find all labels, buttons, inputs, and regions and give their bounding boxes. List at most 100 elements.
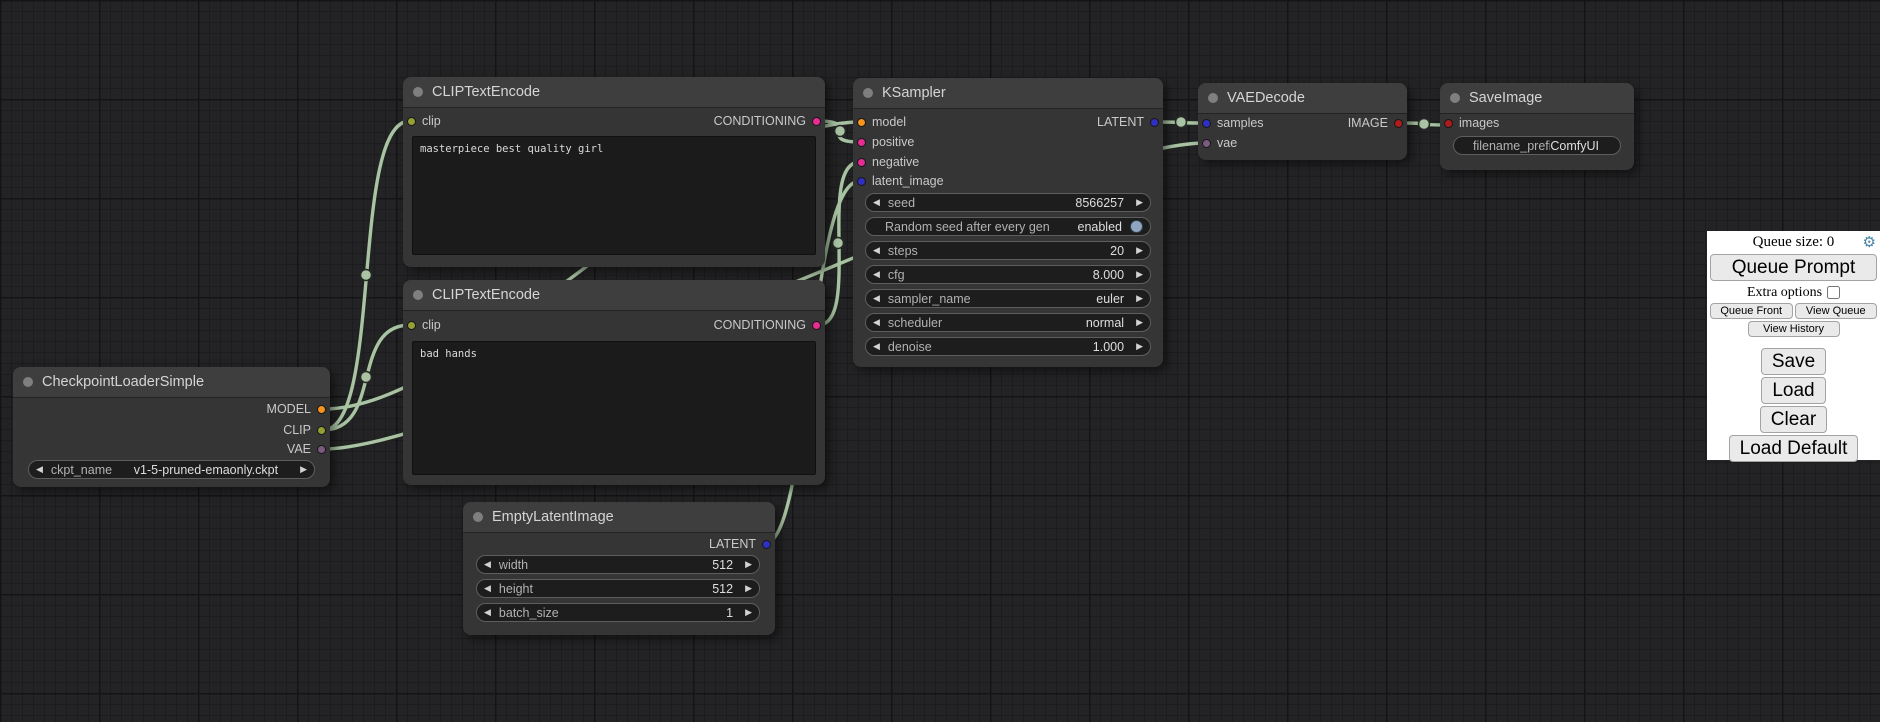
settings-gear-icon[interactable]: ⚙ (1863, 233, 1876, 253)
stepper-left-arrow-icon[interactable]: ◀ (484, 560, 491, 569)
widget-cfg[interactable]: ◀ cfg 8.000 ▶ (865, 265, 1151, 284)
widget-steps[interactable]: ◀ steps 20 ▶ (865, 241, 1151, 260)
output-port-image[interactable] (1394, 119, 1403, 128)
input-port-positive[interactable] (857, 138, 866, 147)
port-label: images (1459, 116, 1499, 130)
stepper-left-arrow-icon[interactable]: ◀ (873, 342, 880, 351)
negative-prompt-textarea[interactable]: bad hands (412, 341, 816, 475)
node-title-bar[interactable]: CLIPTextEncode (403, 280, 825, 311)
widget-batch-size[interactable]: ◀ batch_size 1 ▶ (476, 603, 760, 622)
node-title-bar[interactable]: KSampler (853, 78, 1163, 109)
node-cliptextencode-positive[interactable]: CLIPTextEncode clip CONDITIONING masterp… (403, 77, 825, 267)
load-default-button[interactable]: Load Default (1729, 435, 1859, 462)
output-port-vae[interactable] (317, 445, 326, 454)
input-port-samples[interactable] (1202, 119, 1211, 128)
output-port-conditioning[interactable] (812, 117, 821, 126)
save-button[interactable]: Save (1761, 348, 1826, 375)
node-title-bar[interactable]: EmptyLatentImage (463, 502, 775, 533)
collapse-dot-icon[interactable] (413, 290, 423, 300)
widget-denoise[interactable]: ◀ denoise 1.000 ▶ (865, 337, 1151, 356)
stepper-left-arrow-icon[interactable]: ◀ (873, 318, 880, 327)
node-title-bar[interactable]: SaveImage (1440, 83, 1634, 114)
input-port-latent-image[interactable] (857, 177, 866, 186)
queue-buttons-row: Queue Front View Queue (1710, 303, 1877, 319)
output-port-latent[interactable] (762, 540, 771, 549)
port-label: LATENT (709, 537, 756, 551)
node-title: CheckpointLoaderSimple (42, 374, 204, 390)
comfyui-canvas[interactable]: { "colors": { "wire": "#a9c3a4", "model_… (0, 0, 1880, 722)
node-title-bar[interactable]: CheckpointLoaderSimple (13, 367, 330, 398)
collapse-dot-icon[interactable] (413, 87, 423, 97)
node-checkpointloadersimple[interactable]: CheckpointLoaderSimple MODEL CLIP VAE ◀ … (13, 367, 330, 487)
widget-sampler-name[interactable]: ◀ sampler_name euler ▶ (865, 289, 1151, 308)
stepper-left-arrow-icon[interactable]: ◀ (873, 246, 880, 255)
widget-label: ckpt_name (51, 463, 112, 477)
widget-value: 1 (726, 606, 733, 620)
stepper-right-arrow-icon[interactable]: ▶ (1136, 294, 1143, 303)
stepper-right-arrow-icon[interactable]: ▶ (300, 465, 307, 474)
node-title-bar[interactable]: CLIPTextEncode (403, 77, 825, 108)
extra-options-label: Extra options (1747, 285, 1822, 301)
node-ksampler[interactable]: KSampler model positive negative latent_… (853, 78, 1163, 367)
input-port-clip[interactable] (407, 117, 416, 126)
widget-seed[interactable]: ◀ seed 8566257 ▶ (865, 193, 1151, 212)
output-port-latent[interactable] (1150, 118, 1159, 127)
collapse-dot-icon[interactable] (1208, 93, 1218, 103)
port-label: vae (1217, 136, 1237, 150)
node-saveimage[interactable]: SaveImage images filename_prefix ComfyUI (1440, 83, 1634, 170)
widget-width[interactable]: ◀ width 512 ▶ (476, 555, 760, 574)
collapse-dot-icon[interactable] (473, 512, 483, 522)
load-button[interactable]: Load (1761, 377, 1825, 404)
stepper-right-arrow-icon[interactable]: ▶ (1136, 342, 1143, 351)
stepper-right-arrow-icon[interactable]: ▶ (1136, 198, 1143, 207)
output-port-conditioning[interactable] (812, 321, 821, 330)
stepper-right-arrow-icon[interactable]: ▶ (1136, 246, 1143, 255)
widget-value: v1-5-pruned-emaonly.ckpt (134, 463, 278, 477)
widget-random-seed-toggle[interactable]: Random seed after every gen enabled (865, 217, 1151, 236)
link-midpoint-dot (361, 270, 372, 281)
stepper-left-arrow-icon[interactable]: ◀ (873, 270, 880, 279)
input-port-vae[interactable] (1202, 139, 1211, 148)
stepper-right-arrow-icon[interactable]: ▶ (1136, 318, 1143, 327)
queue-prompt-button[interactable]: Queue Prompt (1710, 254, 1877, 281)
widget-label: width (499, 558, 528, 572)
stepper-left-arrow-icon[interactable]: ◀ (36, 465, 43, 474)
positive-prompt-textarea[interactable]: masterpiece best quality girl (412, 136, 816, 255)
input-port-model[interactable] (857, 118, 866, 127)
clear-button[interactable]: Clear (1760, 406, 1827, 433)
stepper-right-arrow-icon[interactable]: ▶ (745, 608, 752, 617)
view-history-button[interactable]: View History (1748, 321, 1840, 337)
stepper-left-arrow-icon[interactable]: ◀ (873, 198, 880, 207)
widget-label: sampler_name (888, 292, 971, 306)
widget-scheduler[interactable]: ◀ scheduler normal ▶ (865, 313, 1151, 332)
output-port-clip[interactable] (317, 426, 326, 435)
extra-options-checkbox[interactable] (1827, 286, 1840, 299)
node-cliptextencode-negative[interactable]: CLIPTextEncode clip CONDITIONING bad han… (403, 280, 825, 485)
toggle-on-icon[interactable] (1130, 220, 1143, 233)
stepper-left-arrow-icon[interactable]: ◀ (873, 294, 880, 303)
node-title-bar[interactable]: VAEDecode (1198, 83, 1407, 114)
node-title: VAEDecode (1227, 90, 1305, 106)
collapse-dot-icon[interactable] (1450, 93, 1460, 103)
input-port-clip[interactable] (407, 321, 416, 330)
node-vaedecode[interactable]: VAEDecode samples vae IMAGE (1198, 83, 1407, 160)
output-port-model[interactable] (317, 405, 326, 414)
input-port-negative[interactable] (857, 158, 866, 167)
queue-front-button[interactable]: Queue Front (1710, 303, 1793, 319)
widget-ckpt-name[interactable]: ◀ ckpt_name v1-5-pruned-emaonly.ckpt ▶ (28, 460, 315, 479)
widget-filename-prefix[interactable]: filename_prefix ComfyUI (1453, 136, 1621, 155)
link-midpoint-dot (361, 372, 372, 383)
node-title: CLIPTextEncode (432, 287, 540, 303)
view-queue-button[interactable]: View Queue (1795, 303, 1878, 319)
collapse-dot-icon[interactable] (863, 88, 873, 98)
node-emptylatentimage[interactable]: EmptyLatentImage LATENT ◀ width 512 ▶ ◀ … (463, 502, 775, 635)
widget-label: steps (888, 244, 918, 258)
stepper-left-arrow-icon[interactable]: ◀ (484, 608, 491, 617)
input-port-images[interactable] (1444, 119, 1453, 128)
stepper-right-arrow-icon[interactable]: ▶ (745, 560, 752, 569)
widget-height[interactable]: ◀ height 512 ▶ (476, 579, 760, 598)
stepper-right-arrow-icon[interactable]: ▶ (1136, 270, 1143, 279)
collapse-dot-icon[interactable] (23, 377, 33, 387)
stepper-right-arrow-icon[interactable]: ▶ (745, 584, 752, 593)
stepper-left-arrow-icon[interactable]: ◀ (484, 584, 491, 593)
